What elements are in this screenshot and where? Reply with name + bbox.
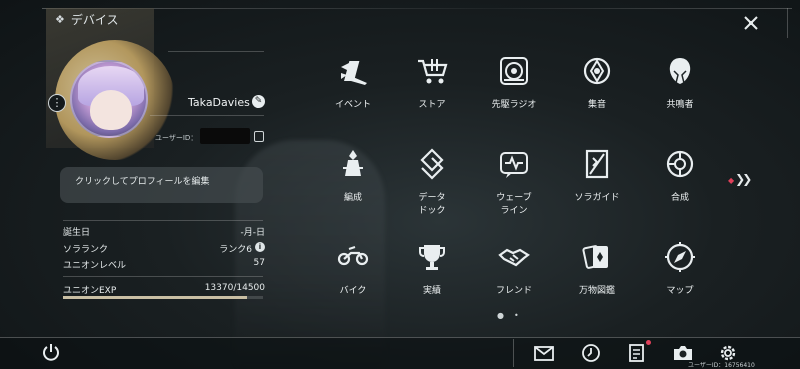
menu-item-achievement[interactable]: 実績 [392,241,472,321]
menu-item-label: ソラガイド [574,193,620,203]
menu-item-friend[interactable]: フレンド [474,241,554,321]
page-title: ❖ デバイス [55,11,119,28]
page-title-text: デバイス [70,13,119,27]
union-exp-label: ユニオンEXP [63,286,117,296]
union-exp-value: 13370/14500 [204,283,265,293]
close-button[interactable] [740,12,762,34]
info-icon[interactable]: i [255,242,265,252]
divider [63,220,263,221]
avatar-options-button[interactable]: ⋮ [48,94,66,112]
sola-rank-label: ソラランク [63,245,109,255]
birthday-value: -月-日 [240,228,266,238]
synthesis-icon [666,150,694,178]
notification-dot: ◆ [728,176,734,185]
profile-bio-button[interactable]: クリックしてプロフィールを編集 [60,167,263,203]
radio-icon [500,57,528,85]
data-dock-icon [420,148,444,180]
menu-item-map[interactable]: マップ [640,241,720,321]
frame-line [42,8,792,9]
exp-bar-fill [63,296,248,299]
menu-item-label: 共鳴者 [666,100,694,110]
pencil-icon: ✎ [254,96,263,106]
compass-icon [665,242,695,272]
menu-item-label: ストア [418,100,446,110]
menu-item-formation[interactable]: 編成 [313,148,393,228]
clock-icon[interactable] [580,342,602,364]
divider [513,339,514,367]
wave-line-icon [500,152,528,178]
event-icon [341,61,367,85]
union-level-label: ユニオンレベル [63,261,127,271]
avatar-face [90,90,132,130]
formation-icon [343,150,363,176]
user-id-label: ユーザーID： [155,134,198,142]
menu-item-guide[interactable]: ソラガイド [557,148,637,228]
menu-item-event[interactable]: イベント [313,55,393,135]
sound-collect-icon [583,57,611,85]
close-icon [744,16,758,30]
union-level-value: 57 [253,258,265,268]
divider [63,276,263,277]
menu-item-resonator[interactable]: 共鳴者 [640,55,720,135]
copy-icon[interactable] [254,131,264,142]
menu-item-encyclopedia[interactable]: 万物図鑑 [557,241,637,321]
bike-icon [337,246,369,266]
menu-item-label: データ ドック [418,193,446,216]
bio-text: クリックしてプロフィールを編集 [75,177,210,187]
menu-item-label: 集音 [587,100,606,110]
power-icon[interactable] [40,342,62,364]
menu-item-sound-collect[interactable]: 集音 [557,55,637,135]
next-page-button[interactable]: ◆ ❯❯ [728,172,752,186]
menu-item-bike[interactable]: バイク [313,241,393,321]
divider [168,51,264,52]
notification-dot [646,340,651,345]
menu-item-label: バイク [339,286,367,296]
footer-user-id: ユーザーID：16756410 [688,362,755,369]
menu-item-label: ウェーブ ライン [496,193,532,216]
resonator-icon [669,58,691,84]
notice-icon[interactable] [626,342,648,364]
divider [150,115,264,116]
menu-item-label: 編成 [343,193,362,203]
cards-icon [582,245,608,269]
menu-item-label: イベント [334,100,371,110]
chevron-right-icon: ❯❯ [735,172,752,186]
guide-icon [585,149,609,179]
menu-item-label: 合成 [670,193,689,203]
menu-item-data-dock[interactable]: データ ドック [392,148,472,228]
page-indicator: ●• [497,311,529,320]
username: TakaDavies [188,96,250,109]
menu-item-synthesis[interactable]: 合成 [640,148,720,228]
mail-icon[interactable] [533,342,555,364]
sola-rank-value: ランク6 [219,245,252,255]
handshake-icon [498,248,530,267]
device-icon: ❖ [55,13,65,26]
menu-item-label: フレンド [495,286,532,296]
avatar[interactable] [70,60,148,138]
menu-item-label: マップ [666,286,694,296]
menu-item-label: 先駆ラジオ [491,100,537,110]
menu-item-wave-line[interactable]: ウェーブ ライン [474,148,554,228]
user-id-redacted [200,128,250,144]
menu-item-store[interactable]: ストア [392,55,472,135]
menu-item-label: 実績 [422,286,441,296]
menu-item-radio[interactable]: 先駆ラジオ [474,55,554,135]
edit-name-button[interactable]: ✎ [252,95,265,108]
store-cart-icon [418,59,448,84]
menu-item-label: 万物図鑑 [578,286,615,296]
frame-line [787,8,788,38]
trophy-icon [419,245,445,270]
birthday-label: 誕生日 [63,228,91,238]
